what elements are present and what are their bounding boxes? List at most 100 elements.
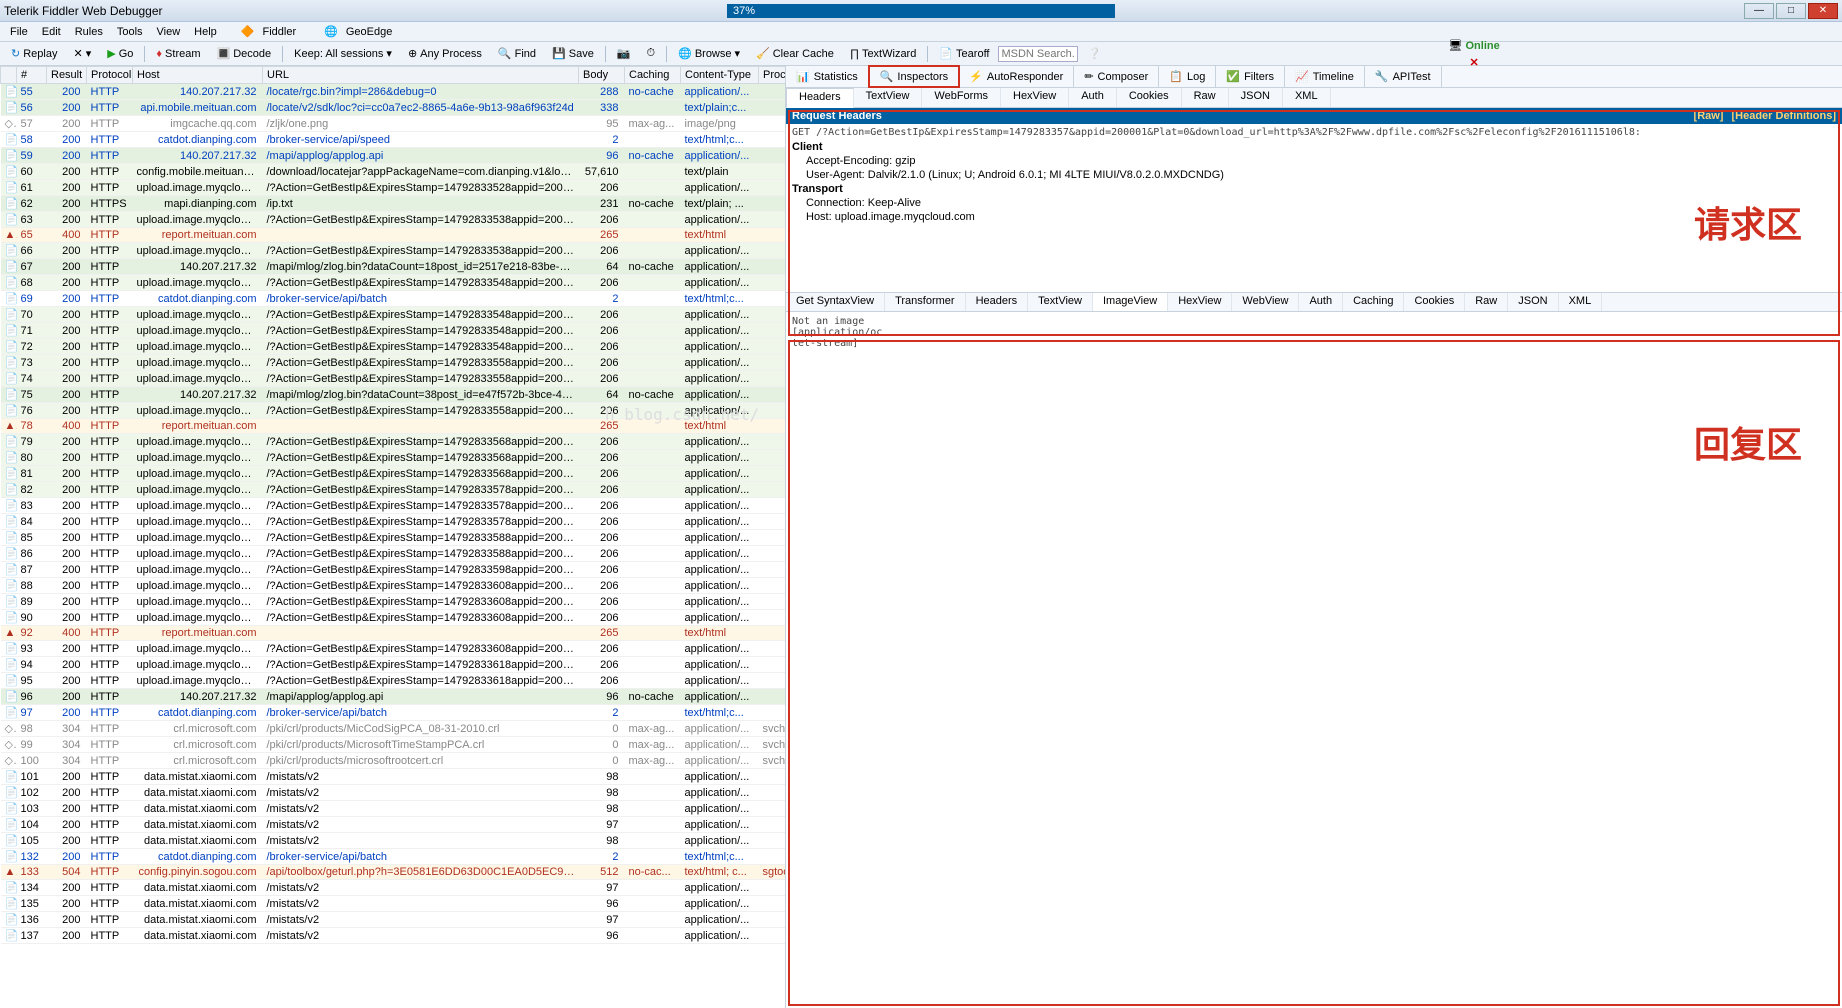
tab-apitest[interactable]: 🔧APITest (1365, 66, 1442, 87)
table-row[interactable]: 📄86200HTTPupload.image.myqcloud.com/?Act… (1, 546, 786, 562)
table-row[interactable]: ◇57200HTTPimgcache.qq.com/zljk/one.png95… (1, 116, 786, 132)
col-caching[interactable]: Caching (625, 67, 681, 84)
table-row[interactable]: 📄67200HTTP140.207.217.32/mapi/mlog/zlog.… (1, 259, 786, 275)
tab-log[interactable]: 📋Log (1159, 66, 1216, 87)
any-process-button[interactable]: ⊕Any Process (401, 44, 489, 63)
reqtab-cookies[interactable]: Cookies (1117, 88, 1182, 107)
header-def-link[interactable]: [Header Definitions] (1731, 110, 1836, 122)
menu-edit[interactable]: Edit (38, 24, 65, 40)
menu-view[interactable]: View (153, 24, 185, 40)
table-row[interactable]: ▲78400HTTPreport.meituan.com265text/html (1, 419, 786, 434)
camera-icon[interactable]: 📷 (610, 44, 638, 63)
tab-composer[interactable]: ✏Composer (1074, 66, 1159, 87)
replay-button[interactable]: ↻Replay (4, 44, 64, 63)
resptab-cookies[interactable]: Cookies (1404, 293, 1465, 311)
table-row[interactable]: 📄88200HTTPupload.image.myqcloud.com/?Act… (1, 578, 786, 594)
browse-button[interactable]: 🌐Browse ▾ (671, 44, 747, 63)
table-row[interactable]: 📄82200HTTPupload.image.myqcloud.com/?Act… (1, 482, 786, 498)
keep-sessions-dropdown[interactable]: Keep: All sessions ▾ (287, 44, 399, 63)
stop-button[interactable]: ✕ ▾ (66, 44, 98, 63)
col-result[interactable]: Result (47, 67, 87, 84)
textwizard-button[interactable]: ∏TextWizard (843, 45, 923, 63)
geoedge-brand[interactable]: 🌐 GeoEdge (320, 22, 400, 42)
table-row[interactable]: 📄74200HTTPupload.image.myqcloud.com/?Act… (1, 371, 786, 387)
table-row[interactable]: 📄80200HTTPupload.image.myqcloud.com/?Act… (1, 450, 786, 466)
request-body[interactable]: GET /?Action=GetBestIp&ExpiresStamp=1479… (786, 124, 1842, 292)
table-row[interactable]: 📄102200HTTPdata.mistat.xiaomi.com/mistat… (1, 785, 786, 801)
col-protocol[interactable]: Protocol (87, 67, 133, 84)
table-row[interactable]: 📄85200HTTPupload.image.myqcloud.com/?Act… (1, 530, 786, 546)
table-row[interactable]: ◇100304HTTPcrl.microsoft.com/pki/crl/pro… (1, 753, 786, 769)
table-row[interactable]: 📄96200HTTP140.207.217.32/mapi/applog/app… (1, 689, 786, 705)
table-row[interactable]: ◇99304HTTPcrl.microsoft.com/pki/crl/prod… (1, 737, 786, 753)
table-row[interactable]: 📄79200HTTPupload.image.myqcloud.com/?Act… (1, 434, 786, 450)
table-row[interactable]: 📄84200HTTPupload.image.myqcloud.com/?Act… (1, 514, 786, 530)
table-row[interactable]: 📄135200HTTPdata.mistat.xiaomi.com/mistat… (1, 896, 786, 912)
table-row[interactable]: 📄73200HTTPupload.image.myqcloud.com/?Act… (1, 355, 786, 371)
reqtab-raw[interactable]: Raw (1182, 88, 1229, 107)
table-row[interactable]: ▲92400HTTPreport.meituan.com265text/html (1, 626, 786, 641)
resptab-get-syntaxview[interactable]: Get SyntaxView (786, 293, 885, 311)
decode-button[interactable]: 🔳Decode (210, 44, 279, 63)
col-url[interactable]: URL (263, 67, 579, 84)
col-process[interactable]: Proce: (759, 67, 786, 84)
table-row[interactable]: ▲133504HTTPconfig.pinyin.sogou.com/api/t… (1, 865, 786, 880)
timer-icon[interactable]: ⏱ (640, 44, 663, 63)
table-row[interactable]: ▲65400HTTPreport.meituan.com265text/html (1, 228, 786, 243)
maximize-button[interactable]: □ (1776, 3, 1806, 19)
resptab-textview[interactable]: TextView (1028, 293, 1093, 311)
table-row[interactable]: 📄55200HTTP140.207.217.32/locate/rgc.bin?… (1, 84, 786, 100)
reqtab-hexview[interactable]: HexView (1001, 88, 1069, 107)
session-table[interactable]: # Result Protocol Host URL Body Caching … (0, 66, 785, 944)
fiddler-brand[interactable]: 🔶 Fiddler (237, 22, 304, 42)
table-row[interactable]: 📄94200HTTPupload.image.myqcloud.com/?Act… (1, 657, 786, 673)
resptab-caching[interactable]: Caching (1343, 293, 1404, 311)
resptab-auth[interactable]: Auth (1299, 293, 1343, 311)
table-row[interactable]: 📄95200HTTPupload.image.myqcloud.com/?Act… (1, 673, 786, 689)
resptab-raw[interactable]: Raw (1465, 293, 1508, 311)
tab-statistics[interactable]: 📊Statistics (786, 66, 869, 87)
col-body[interactable]: Body (579, 67, 625, 84)
table-row[interactable]: 📄76200HTTPupload.image.myqcloud.com/?Act… (1, 403, 786, 419)
resptab-hexview[interactable]: HexView (1168, 293, 1232, 311)
reqtab-auth[interactable]: Auth (1069, 88, 1117, 107)
resptab-json[interactable]: JSON (1508, 293, 1558, 311)
resptab-webview[interactable]: WebView (1232, 293, 1299, 311)
online-indicator[interactable]: 🖥 Online (1448, 39, 1499, 52)
table-row[interactable]: 📄93200HTTPupload.image.myqcloud.com/?Act… (1, 641, 786, 657)
table-row[interactable]: 📄87200HTTPupload.image.myqcloud.com/?Act… (1, 562, 786, 578)
resptab-headers[interactable]: Headers (966, 293, 1029, 311)
tab-inspectors[interactable]: 🔍Inspectors (868, 65, 960, 88)
resptab-imageview[interactable]: ImageView (1093, 293, 1168, 311)
reqtab-json[interactable]: JSON (1229, 88, 1283, 107)
table-row[interactable]: 📄72200HTTPupload.image.myqcloud.com/?Act… (1, 339, 786, 355)
tearoff-button[interactable]: 📄Tearoff (932, 44, 996, 63)
menu-rules[interactable]: Rules (71, 24, 107, 40)
table-row[interactable]: 📄75200HTTP140.207.217.32/mapi/mlog/zlog.… (1, 387, 786, 403)
col-host[interactable]: Host (133, 67, 263, 84)
table-row[interactable]: 📄90200HTTPupload.image.myqcloud.com/?Act… (1, 610, 786, 626)
table-row[interactable]: 📄70200HTTPupload.image.myqcloud.com/?Act… (1, 307, 786, 323)
save-button[interactable]: 💾Save (545, 44, 601, 63)
table-row[interactable]: 📄62200HTTPSmapi.dianping.com/ip.txt231no… (1, 196, 786, 212)
table-row[interactable]: 📄69200HTTPcatdot.dianping.com/broker-ser… (1, 291, 786, 307)
table-row[interactable]: 📄59200HTTP140.207.217.32/mapi/applog/app… (1, 148, 786, 164)
table-row[interactable]: ◇98304HTTPcrl.microsoft.com/pki/crl/prod… (1, 721, 786, 737)
table-row[interactable]: 📄61200HTTPupload.image.myqcloud.com/?Act… (1, 180, 786, 196)
table-row[interactable]: 📄83200HTTPupload.image.myqcloud.com/?Act… (1, 498, 786, 514)
menu-tools[interactable]: Tools (113, 24, 147, 40)
col-ctype[interactable]: Content-Type (681, 67, 759, 84)
col-icon[interactable] (1, 67, 17, 84)
raw-link[interactable]: [Raw] (1694, 110, 1724, 122)
tab-autoresponder[interactable]: ⚡AutoResponder (959, 66, 1074, 87)
col-num[interactable]: # (17, 67, 47, 84)
reqtab-xml[interactable]: XML (1283, 88, 1331, 107)
find-button[interactable]: 🔍Find (491, 44, 543, 63)
clear-cache-button[interactable]: 🧹Clear Cache (749, 44, 841, 63)
menu-file[interactable]: File (6, 24, 32, 40)
reqtab-textview[interactable]: TextView (854, 88, 923, 107)
response-body[interactable]: Not an image [application/oc tet-stream] (786, 312, 1842, 1008)
table-row[interactable]: 📄56200HTTPapi.mobile.meituan.com/locate/… (1, 100, 786, 116)
table-row[interactable]: 📄137200HTTPdata.mistat.xiaomi.com/mistat… (1, 928, 786, 944)
tab-filters[interactable]: ✅Filters (1216, 66, 1285, 87)
